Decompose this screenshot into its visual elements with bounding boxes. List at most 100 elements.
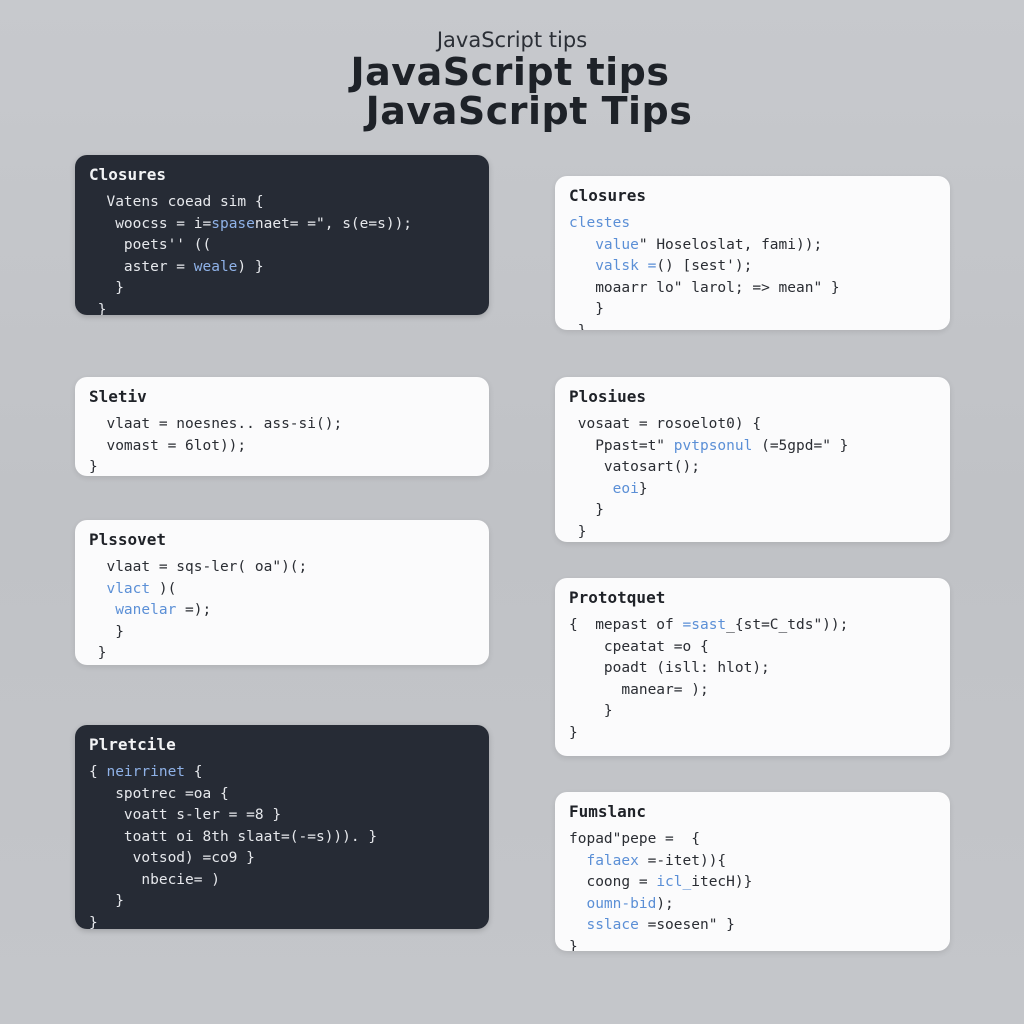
code-line: valsk =() [sest'); — [569, 256, 936, 278]
code-line: falaex =-itet)){ — [569, 851, 936, 873]
code-line: vlaat = sqs-ler( oa")(; — [89, 557, 475, 579]
code-line: } — [89, 457, 475, 476]
code-line: woocss = i=spasenaet= =", s(e=s)); — [89, 214, 475, 236]
code-highlight: clestes — [569, 215, 631, 231]
code-text: manear= ); — [621, 681, 709, 698]
code-text: nbecie= ) — [141, 871, 220, 888]
card-title: Fumslanc — [569, 802, 647, 821]
code-text: vatosart(); — [603, 459, 700, 475]
code-text: toatt oi 8th slaat=(-=s))). } — [123, 828, 378, 845]
code-text: =soesen" } — [638, 917, 735, 933]
code-text: woocss = i= — [115, 215, 212, 232]
code-text: } — [89, 914, 98, 930]
code-text: =); — [176, 602, 212, 618]
code-highlight: weale — [193, 258, 238, 275]
code-text: aster = — [123, 258, 194, 275]
code-text: ); — [656, 895, 674, 912]
code-text: } — [577, 523, 587, 540]
code-line: Vatens coead sim { — [89, 192, 475, 214]
card-plosiues: Plosiues vosaat = rosoelot0) { Ppast=t" … — [555, 377, 950, 542]
code-line: oumn-bid); — [569, 894, 936, 916]
code-line: Ppast=t" pvtpsonul (=5gpd=" } — [569, 436, 936, 458]
code-line: poets'' (( — [89, 235, 475, 257]
code-text: () [sest'); — [656, 258, 753, 274]
code-text: { mepast of — [569, 617, 683, 633]
code-highlight: neirrinet — [106, 764, 186, 780]
code-text: " Hoseloslat, fami)); — [638, 236, 823, 253]
code-line: } — [89, 278, 475, 300]
code-line: vatosart(); — [569, 457, 936, 479]
card-sletiv: Sletiv vlaat = noesnes.. ass-si(); vomas… — [75, 377, 489, 476]
code-line: value" Hoseloslat, fami)); — [569, 235, 936, 257]
card-plssovet: Plssovet vlaat = sqs-ler( oa")(; vlact )… — [75, 520, 489, 665]
code-text: poets'' (( — [123, 237, 212, 253]
code-line: clestes — [569, 213, 936, 235]
code-highlight: pvtpsonul — [673, 437, 753, 454]
code-line: vlaat = noesnes.. ass-si(); — [89, 414, 475, 436]
code-text: } — [595, 502, 604, 518]
code-text: fopad"pepe = { — [569, 831, 700, 847]
code-line: } — [89, 622, 475, 644]
code-highlight: valsk = — [595, 258, 657, 274]
code-highlight: oumn-bid — [586, 895, 657, 912]
code-highlight: eoi — [612, 480, 639, 497]
code-text: moaarr lo" larol; => mean" } — [595, 279, 840, 296]
code-line: moaarr lo" larol; => mean" } — [569, 278, 936, 300]
code-text: } — [569, 724, 578, 741]
code-highlight: falaex — [586, 852, 639, 869]
code-text: vlaat = sqs-ler( oa")(; — [106, 559, 308, 575]
code-line: sslace =soesen" } — [569, 915, 936, 937]
code-text: votsod) =co9 } — [132, 850, 255, 866]
code-line: aster = weale) } — [89, 257, 475, 279]
code-line: poadt (isll: hlot); — [569, 658, 936, 680]
code-text: Ppast=t" — [595, 437, 674, 454]
code-line: spotrec =oa { — [89, 784, 475, 806]
code-line: cpeatat =o { — [569, 637, 936, 659]
code-text: } — [578, 323, 587, 331]
code-text: itecH)} — [691, 874, 753, 890]
code-line: { neirrinet { — [89, 762, 475, 784]
card-title: Plosiues — [569, 387, 647, 406]
card-prototquet: Prototquet { mepast of =sast_{st=C_tds"))… — [555, 578, 950, 756]
code-text: poadt (isll: hlot); — [603, 660, 770, 676]
card-closures-light: Closures clestes value" Hoseloslat, fami)… — [555, 176, 950, 330]
code-text: } — [115, 280, 124, 296]
code-highlight: =sast — [682, 617, 727, 633]
code-line: voatt s-ler = =8 } — [89, 805, 475, 827]
card-title: Closures — [89, 165, 167, 184]
code-text: spotrec =oa { — [115, 785, 229, 802]
code-text: cpeatat =o { — [603, 638, 709, 655]
code-text: { — [185, 764, 203, 780]
code-line: } — [569, 500, 936, 522]
code-text: vlaat = noesnes.. ass-si(); — [106, 416, 343, 432]
code-line: fopad"pepe = { — [569, 829, 936, 851]
code-line: } — [89, 300, 475, 316]
